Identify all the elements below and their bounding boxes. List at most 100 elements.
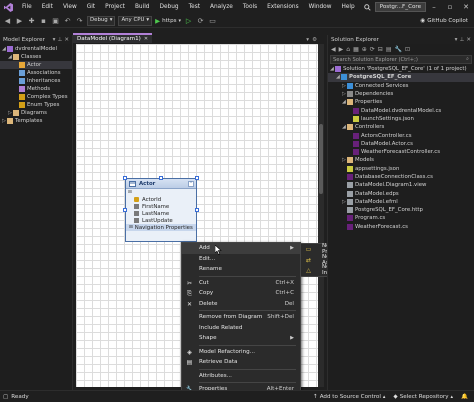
tab-list-icon[interactable]: ▾ [306,37,309,43]
entity-header[interactable]: Actor ⌃ [126,179,196,189]
properties-icon[interactable]: 🔧 [395,46,402,53]
pin-icon[interactable]: ⊥ [459,37,464,43]
solution-tree-item[interactable]: ▷ Dependencies [328,90,474,98]
entity-actor-shape[interactable]: Actor ⌃ ⊟ ActorId FirstName LastName LastU… [125,178,197,242]
switch-views-icon[interactable]: ▦ [353,46,359,53]
pending-changes-icon[interactable]: ⊕ [362,46,367,53]
solution-tree-item[interactable]: ◢ PostgreSQL_EF_Core [328,73,474,82]
resize-handle[interactable] [195,208,199,212]
resize-handle[interactable] [123,208,127,212]
undo-icon[interactable]: ↶ [63,17,72,25]
start-without-debug-icon[interactable]: ▷ [184,17,193,25]
solution-tree-item[interactable]: ActorsController.cs [328,131,474,139]
menu-edit[interactable]: Edit [37,4,58,10]
solution-search-input[interactable]: Search Solution Explorer (Ctrl+;) ⌕ [330,55,472,64]
tree-item[interactable]: Actor [0,61,72,69]
pin-icon[interactable]: ⊥ [57,37,62,43]
tree-item[interactable]: Complex Types [0,93,72,101]
sync-icon[interactable]: ⟳ [370,46,375,53]
entity-property[interactable]: LastName [126,210,196,217]
solution-tree-item[interactable]: PostgreSQL_EF_Core.http [328,206,474,214]
entity-key-property[interactable]: ActorId [126,196,196,203]
notifications-icon[interactable]: 🔔 [461,394,468,400]
collapse-all-icon[interactable]: ⊟ [378,46,383,53]
context-menu-item-cut[interactable]: ✂ Cut Ctrl+X [182,278,300,289]
tree-item[interactable]: Inheritances [0,77,72,85]
menu-window[interactable]: Window [304,4,337,10]
add-to-source-control-button[interactable]: ↑ Add to Source Control ▴ [313,394,385,400]
context-menu-item-remove-from-diagram[interactable]: Remove from Diagram Shift+Del [182,312,300,323]
solution-tree-item[interactable]: launchSettings.json [328,115,474,123]
collapse-icon[interactable]: ⌃ [188,180,194,187]
context-menu-item-rename[interactable]: Rename [182,264,300,275]
context-menu-item-include-related[interactable]: Include Related [182,323,300,334]
close-icon[interactable]: ✕ [64,37,69,43]
solution-tree-item[interactable]: ◢ Solution 'PostgreSQL_EF_Core' (1 of 1 p… [328,65,474,73]
context-menu-item-copy[interactable]: ⎘ Copy Ctrl+C [182,288,300,299]
close-icon[interactable]: ✕ [466,37,471,43]
forward-icon[interactable]: ▶ [15,17,24,25]
save-all-icon[interactable]: ▣ [51,17,60,25]
tree-item[interactable]: ▷ Templates [0,117,72,125]
menu-file[interactable]: File [17,4,37,10]
solution-tree-item[interactable]: WeatherForecast.cs [328,223,474,231]
solution-tree-item[interactable]: ◢ Controllers [328,123,474,131]
tree-item[interactable]: Associations [0,69,72,77]
menu-extensions[interactable]: Extensions [262,4,303,10]
resize-handle[interactable] [123,176,127,180]
resize-handle[interactable] [195,176,199,180]
context-menu-item-delete[interactable]: ✕ Delete Del [182,299,300,310]
entity-property[interactable]: FirstName [126,203,196,210]
minimize-button[interactable]: – [426,3,442,11]
tree-item[interactable]: ◢ Classes [0,53,72,61]
solution-tree-item[interactable]: DataModel.Actor.cs [328,140,474,148]
context-menu-item-attributes[interactable]: Attributes... [182,371,300,382]
menu-test[interactable]: Test [184,4,205,10]
menu-git[interactable]: Git [82,4,100,10]
properties-section-icon[interactable]: ⊟ [126,189,196,196]
solution-tree-item[interactable]: ▷ Connected Services [328,82,474,90]
new-item-icon[interactable]: ✚ [27,17,36,25]
tree-item[interactable]: Enum Types [0,101,72,109]
home-icon[interactable]: ⌂ [346,46,350,53]
vertical-scrollbar[interactable] [318,44,324,387]
platform-dropdown[interactable]: Any CPU ▾ [118,15,153,26]
context-menu-item-shape[interactable]: Shape ▶ [182,333,300,344]
configuration-dropdown[interactable]: Debug ▾ [87,15,116,26]
settings-icon[interactable]: ⚙ [312,37,317,43]
tree-item[interactable]: Methods [0,85,72,93]
preview-icon[interactable]: ⊡ [405,46,410,53]
context-menu-item-retrieve-data[interactable]: ▤ Retrieve Data [182,357,300,368]
run-button[interactable]: ▶ https ▾ [155,17,181,25]
tree-item[interactable]: ▷ Diagrams [0,109,72,117]
solution-tree-item[interactable]: DataModel.edps [328,189,474,197]
maximize-button[interactable]: ▫ [442,3,458,11]
show-all-files-icon[interactable]: ▤ [386,46,392,53]
save-icon[interactable]: ▪ [39,17,48,25]
github-copilot-button[interactable]: ◉ GitHub Copilot [420,18,468,24]
solution-tree-item[interactable]: DataModel.Diagram1.view [328,181,474,189]
hot-reload-icon[interactable]: ⟳ [196,17,205,25]
menu-help[interactable]: Help [336,4,359,10]
context-menu-item-add[interactable]: Add ▶ [182,243,300,254]
redo-icon[interactable]: ↷ [75,17,84,25]
more-tools-icon[interactable]: ▭ [208,17,217,25]
select-repository-button[interactable]: ◆ Select Repository ▴ [393,394,453,400]
navigation-properties-section[interactable]: ⊟ Navigation Properties [126,224,196,231]
context-menu-item-edit[interactable]: Edit... [182,254,300,265]
menu-debug[interactable]: Debug [155,4,184,10]
close-button[interactable]: ✕ [458,3,474,11]
forward-icon[interactable]: ▶ [339,46,344,53]
menu-project[interactable]: Project [100,4,130,10]
dropdown-icon[interactable]: ▾ [455,37,458,43]
tree-item[interactable]: ◢ dvdrentalModel [0,45,72,53]
menu-analyze[interactable]: Analyze [205,4,238,10]
solution-title-tab[interactable]: Postgr...F_Core [374,2,427,12]
menu-build[interactable]: Build [130,4,155,10]
solution-tree-item[interactable]: ▷ DataModel.efml [328,198,474,206]
solution-tree-item[interactable]: ◢ Properties [328,98,474,106]
search-icon[interactable] [363,3,371,11]
tab-datamodel-diagram1[interactable]: DataModel (Diagram1) ✕ [73,33,153,43]
entity-property[interactable]: LastUpdate [126,217,196,224]
solution-tree-item[interactable]: DatabaseConnectionClass.cs [328,173,474,181]
